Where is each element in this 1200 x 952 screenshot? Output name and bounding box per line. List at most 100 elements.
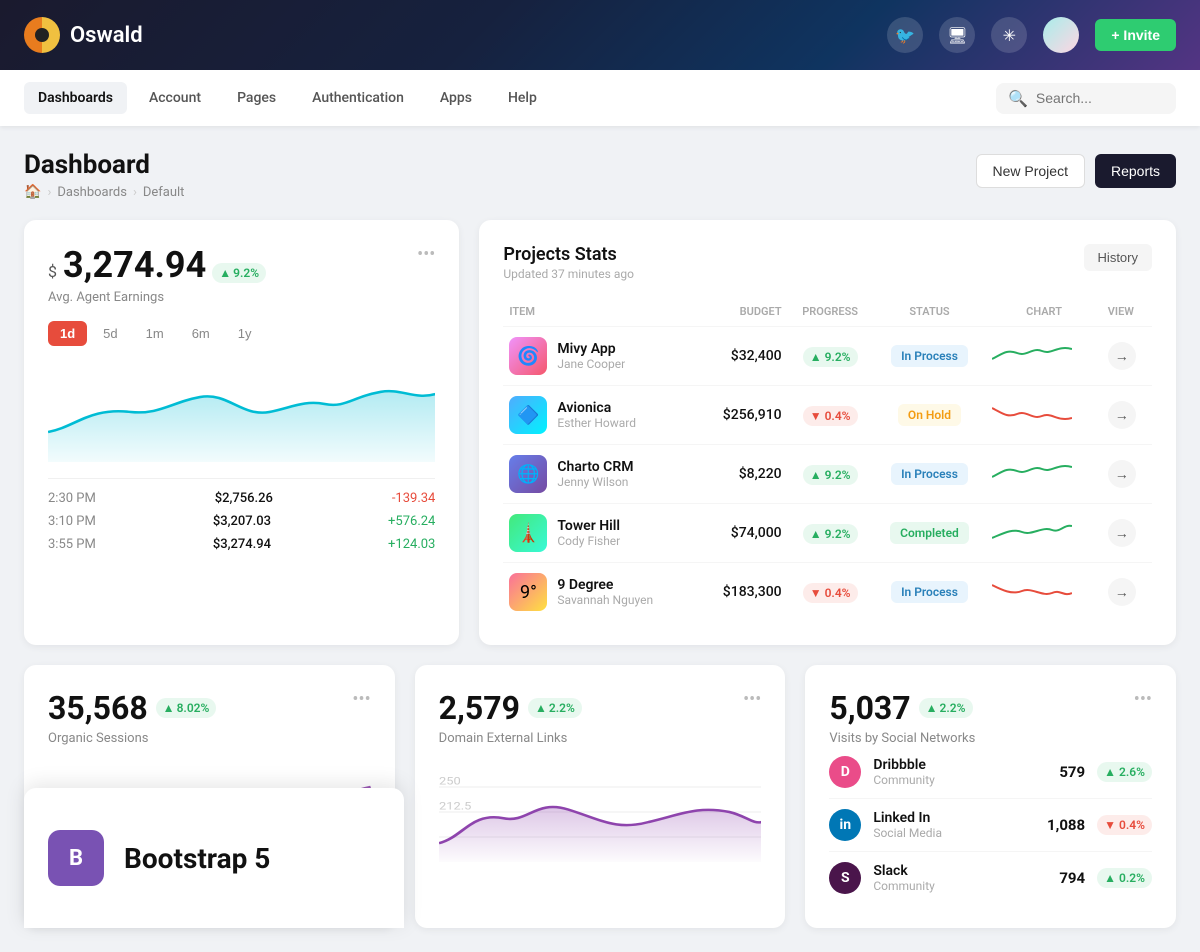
table-row: 🗼 Tower Hill Cody Fisher $74,000 ▲ 9.2% … bbox=[503, 504, 1152, 563]
table-row: 🌐 Charto CRM Jenny Wilson $8,220 ▲ 9.2% … bbox=[503, 445, 1152, 504]
earnings-label: Avg. Agent Earnings bbox=[48, 290, 266, 305]
organic-label: Organic Sessions bbox=[48, 731, 216, 746]
table-row: 🌀 Mivy App Jane Cooper $32,400 ▲ 9.2% In… bbox=[503, 327, 1152, 386]
col-chart: CHART bbox=[986, 297, 1101, 327]
proj-chart bbox=[986, 327, 1101, 386]
row-2-wrapper: 35,568 ▲ 8.02% Organic Sessions ••• bbox=[24, 665, 1176, 928]
nav-account[interactable]: Account bbox=[135, 82, 215, 114]
nav-apps[interactable]: Apps bbox=[426, 82, 486, 114]
proj-icon: 🌐 bbox=[509, 455, 547, 493]
social-item-slack: S Slack Community 794 ▲ 0.2% bbox=[829, 852, 1152, 904]
filter-1y[interactable]: 1y bbox=[226, 321, 264, 346]
secondary-nav: Dashboards Account Pages Authentication … bbox=[0, 70, 1200, 126]
proj-chart bbox=[986, 386, 1101, 445]
domain-header: 2,579 ▲ 2.2% Domain External Links ••• bbox=[439, 689, 762, 746]
earnings-rows: 2:30 PM $2,756.26 -139.34 3:10 PM $3,207… bbox=[48, 478, 435, 552]
social-value-block: 5,037 ▲ 2.2% Visits by Social Networks bbox=[829, 689, 975, 746]
search-bar: 🔍 bbox=[996, 83, 1176, 114]
topbar: Oswald 🐦 🖥 ✳ + Invite bbox=[0, 0, 1200, 70]
earnings-amount: $ 3,274.94 ▲ 9.2% bbox=[48, 244, 266, 286]
proj-progress: ▼ 0.4% bbox=[788, 386, 873, 445]
proj-view[interactable]: → bbox=[1102, 386, 1152, 445]
social-item-dribbble: D Dribbble Community 579 ▲ 2.6% bbox=[829, 746, 1152, 799]
row-1: $ 3,274.94 ▲ 9.2% Avg. Agent Earnings ••… bbox=[24, 220, 1176, 645]
social-label: Visits by Social Networks bbox=[829, 731, 975, 746]
projects-table: ITEM BUDGET PROGRESS STATUS CHART VIEW 🌀 bbox=[503, 297, 1152, 621]
proj-status: On Hold bbox=[873, 386, 987, 445]
page-title-block: Dashboard 🏠 › Dashboards › Default bbox=[24, 150, 184, 200]
organic-more-button[interactable]: ••• bbox=[352, 689, 370, 710]
earnings-row: 2:30 PM $2,756.26 -139.34 bbox=[48, 491, 435, 506]
earnings-card: $ 3,274.94 ▲ 9.2% Avg. Agent Earnings ••… bbox=[24, 220, 459, 645]
page-header: Dashboard 🏠 › Dashboards › Default New P… bbox=[24, 150, 1176, 200]
nav-pages[interactable]: Pages bbox=[223, 82, 290, 114]
topbar-right: 🐦 🖥 ✳ + Invite bbox=[887, 17, 1176, 53]
proj-progress: ▲ 9.2% bbox=[788, 445, 873, 504]
currency-symbol: $ bbox=[48, 262, 57, 281]
proj-icon: 🗼 bbox=[509, 514, 547, 552]
logo[interactable]: Oswald bbox=[24, 17, 143, 53]
proj-chart bbox=[986, 445, 1101, 504]
organic-badge: ▲ 8.02% bbox=[156, 698, 217, 718]
domain-value: 2,579 bbox=[439, 689, 520, 727]
breadcrumb-home-icon: 🏠 bbox=[24, 184, 41, 200]
history-button[interactable]: History bbox=[1084, 244, 1152, 271]
domain-more-button[interactable]: ••• bbox=[743, 689, 761, 710]
proj-budget: $32,400 bbox=[699, 327, 788, 386]
proj-item: 9° 9 Degree Savannah Nguyen bbox=[503, 563, 698, 622]
proj-icon: 🌀 bbox=[509, 337, 547, 375]
social-item-linkedin: in Linked In Social Media 1,088 ▼ 0.4% bbox=[829, 799, 1152, 852]
user-avatar[interactable] bbox=[1043, 17, 1079, 53]
linkedin-info: Linked In Social Media bbox=[873, 810, 942, 840]
filter-5d[interactable]: 5d bbox=[91, 321, 129, 346]
proj-progress: ▲ 9.2% bbox=[788, 327, 873, 386]
bootstrap-label: Bootstrap 5 bbox=[124, 842, 270, 875]
page-actions: New Project Reports bbox=[976, 154, 1177, 188]
earnings-row: 3:10 PM $3,207.03 +576.24 bbox=[48, 514, 435, 529]
earnings-row: 3:55 PM $3,274.94 +124.03 bbox=[48, 537, 435, 552]
search-input[interactable] bbox=[1036, 90, 1164, 106]
earnings-chart bbox=[48, 362, 435, 462]
nav-authentication[interactable]: Authentication bbox=[298, 82, 418, 114]
proj-progress: ▲ 9.2% bbox=[788, 504, 873, 563]
earnings-header: $ 3,274.94 ▲ 9.2% Avg. Agent Earnings ••… bbox=[48, 244, 435, 305]
filter-1d[interactable]: 1d bbox=[48, 321, 87, 346]
projects-card: Projects Stats Updated 37 minutes ago Hi… bbox=[479, 220, 1176, 645]
dribbble-info: Dribbble Community bbox=[873, 757, 934, 787]
proj-budget: $74,000 bbox=[699, 504, 788, 563]
dribbble-icon: D bbox=[829, 756, 861, 788]
organic-header: 35,568 ▲ 8.02% Organic Sessions ••• bbox=[48, 689, 371, 746]
proj-item: 🔷 Avionica Esther Howard bbox=[503, 386, 698, 445]
reports-button[interactable]: Reports bbox=[1095, 154, 1176, 188]
nav-dashboards[interactable]: Dashboards bbox=[24, 82, 127, 114]
new-project-button[interactable]: New Project bbox=[976, 154, 1085, 188]
projects-updated: Updated 37 minutes ago bbox=[503, 267, 634, 281]
invite-button[interactable]: + Invite bbox=[1095, 19, 1176, 51]
topbar-icon-1[interactable]: 🐦 bbox=[887, 17, 923, 53]
social-more-button[interactable]: ••• bbox=[1134, 689, 1152, 710]
nav-help[interactable]: Help bbox=[494, 82, 551, 114]
organic-value-block: 35,568 ▲ 8.02% Organic Sessions bbox=[48, 689, 216, 746]
filter-6m[interactable]: 6m bbox=[180, 321, 222, 346]
proj-item: 🗼 Tower Hill Cody Fisher bbox=[503, 504, 698, 563]
slack-info: Slack Community bbox=[873, 863, 934, 893]
proj-status: In Process bbox=[873, 445, 987, 504]
topbar-icon-3[interactable]: ✳ bbox=[991, 17, 1027, 53]
table-row: 🔷 Avionica Esther Howard $256,910 ▼ 0.4%… bbox=[503, 386, 1152, 445]
page-title: Dashboard bbox=[24, 150, 184, 180]
proj-view[interactable]: → bbox=[1102, 563, 1152, 622]
proj-view[interactable]: → bbox=[1102, 504, 1152, 563]
proj-view[interactable]: → bbox=[1102, 327, 1152, 386]
col-item: ITEM bbox=[503, 297, 698, 327]
social-card: 5,037 ▲ 2.2% Visits by Social Networks •… bbox=[805, 665, 1176, 928]
proj-view[interactable]: → bbox=[1102, 445, 1152, 504]
social-header: 5,037 ▲ 2.2% Visits by Social Networks •… bbox=[829, 689, 1152, 746]
earnings-more-button[interactable]: ••• bbox=[417, 244, 435, 265]
filter-1m[interactable]: 1m bbox=[134, 321, 176, 346]
topbar-icon-2[interactable]: 🖥 bbox=[939, 17, 975, 53]
col-budget: BUDGET bbox=[699, 297, 788, 327]
projects-title: Projects Stats bbox=[503, 244, 634, 265]
breadcrumb-dashboards[interactable]: Dashboards bbox=[57, 185, 127, 200]
domain-badge: ▲ 2.2% bbox=[528, 698, 582, 718]
domain-card: 2,579 ▲ 2.2% Domain External Links ••• bbox=[415, 665, 786, 928]
